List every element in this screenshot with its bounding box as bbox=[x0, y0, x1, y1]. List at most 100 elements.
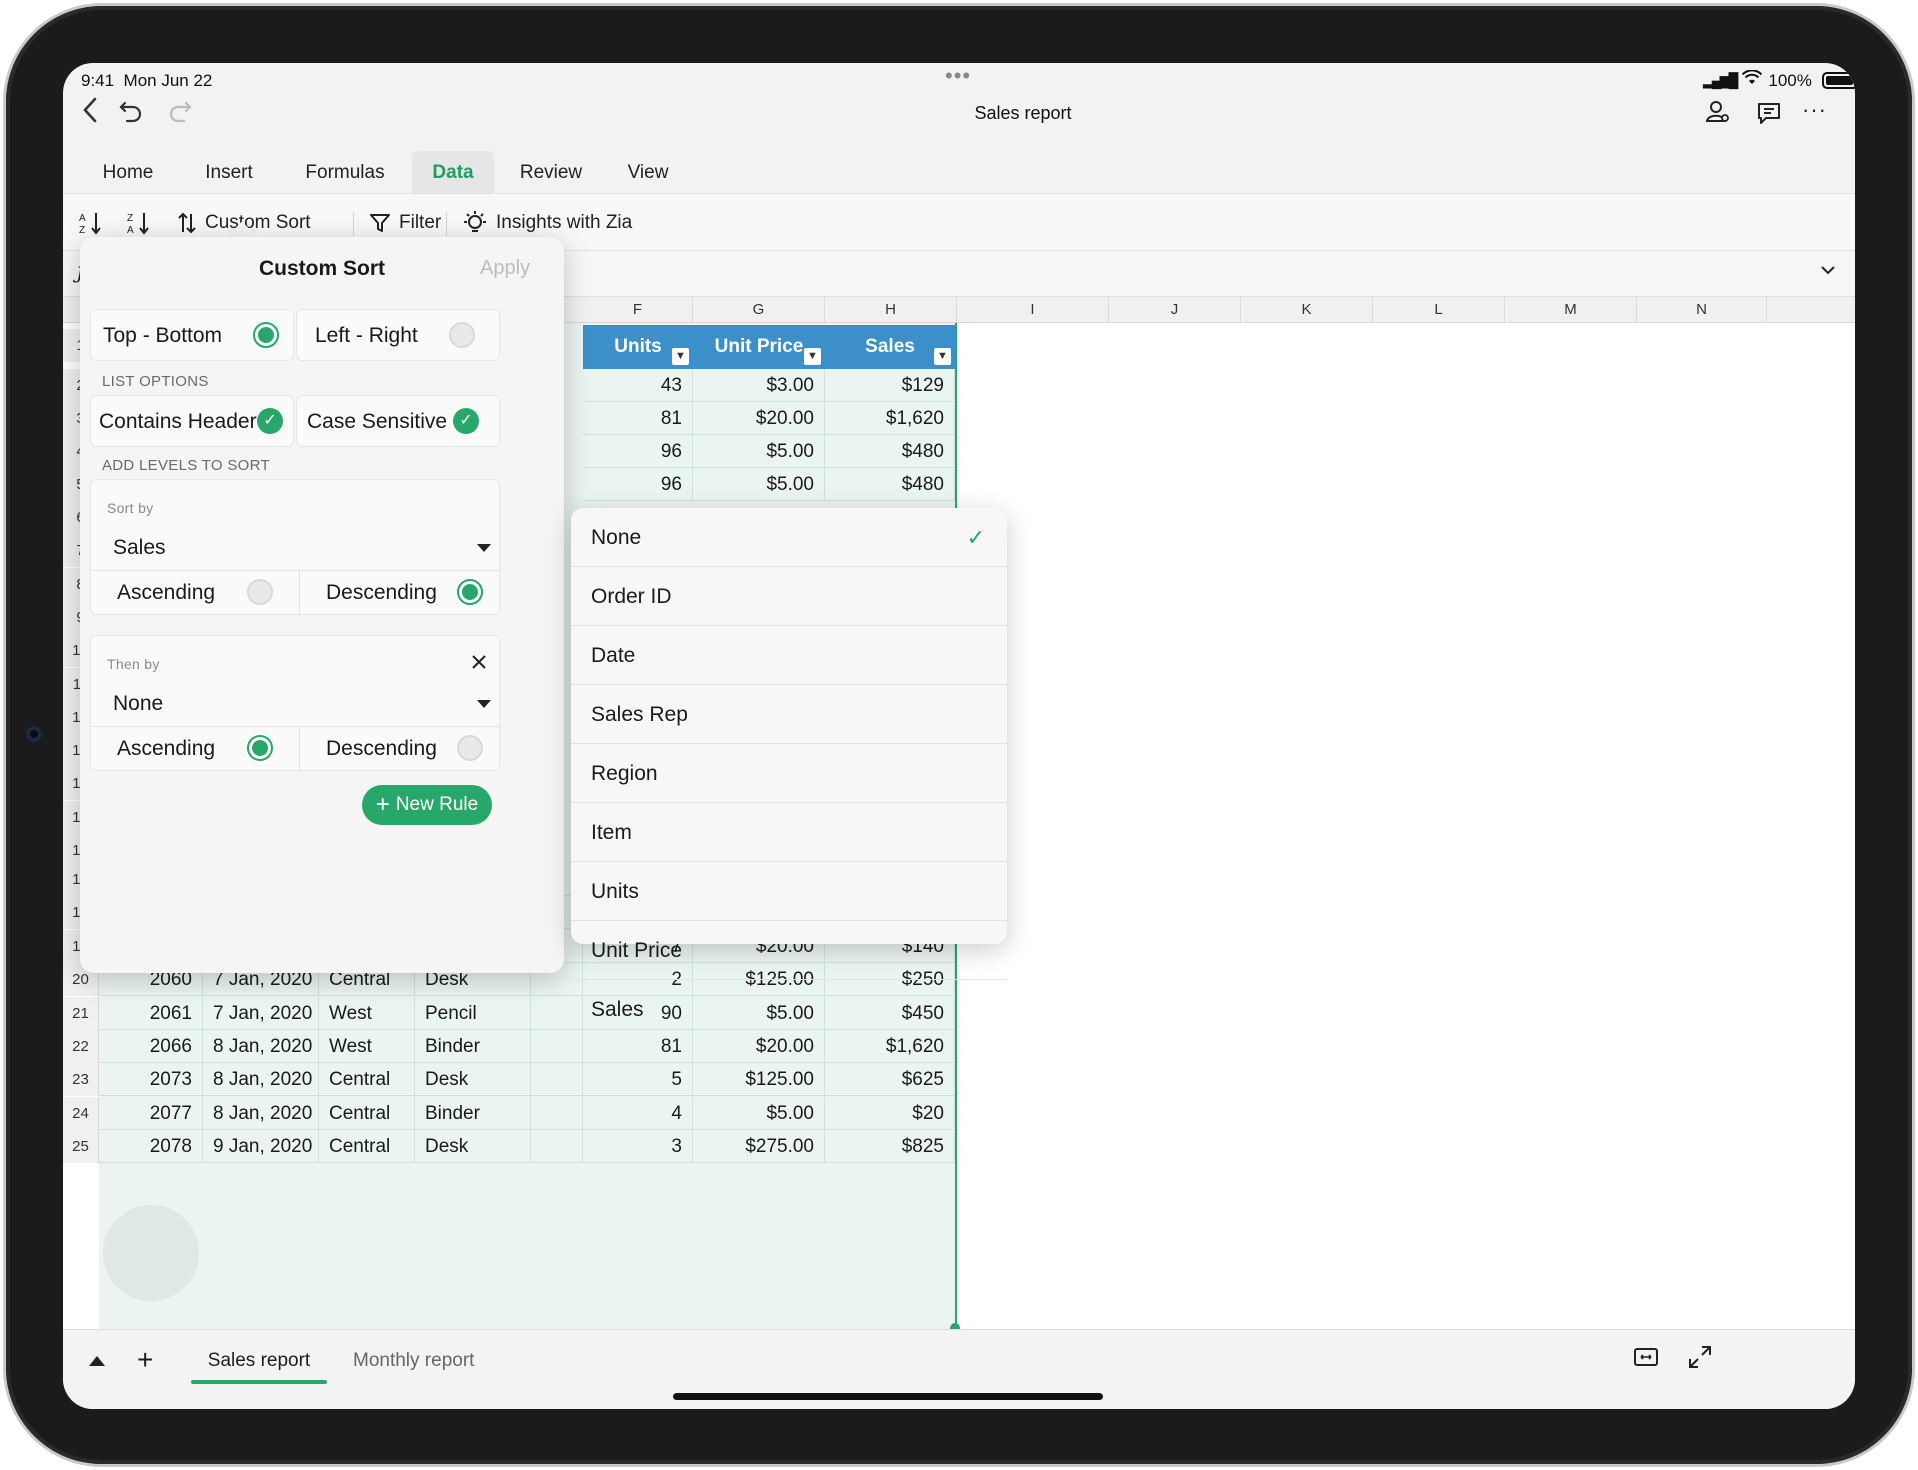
cell-sales[interactable]: $825 bbox=[825, 1130, 955, 1163]
header-sales[interactable]: Sales ▼ bbox=[825, 325, 955, 369]
cell-units[interactable]: 3 bbox=[583, 1130, 693, 1163]
cell-units[interactable]: 5 bbox=[583, 1063, 693, 1096]
column-header[interactable]: L bbox=[1373, 297, 1505, 323]
collapse-arrow-icon[interactable] bbox=[89, 1356, 105, 1366]
back-icon[interactable] bbox=[77, 93, 105, 135]
cell-order-id[interactable]: 2077 bbox=[99, 1097, 203, 1130]
cell-region[interactable]: Central bbox=[319, 1130, 415, 1163]
share-collaborators-icon[interactable] bbox=[1705, 99, 1731, 130]
cell-date[interactable]: 9 Jan, 2020 bbox=[203, 1130, 319, 1163]
dropdown-option[interactable]: Date bbox=[571, 626, 1007, 685]
cell-sales[interactable]: $625 bbox=[825, 1063, 955, 1096]
cell-rep[interactable] bbox=[531, 1130, 583, 1163]
column-header[interactable]: J bbox=[1109, 297, 1241, 323]
cell-region[interactable]: Central bbox=[319, 1097, 415, 1130]
cell-unit-price[interactable]: $5.00 bbox=[693, 468, 825, 501]
cell-unit-price[interactable]: $20.00 bbox=[693, 402, 825, 435]
cell-date[interactable]: 8 Jan, 2020 bbox=[203, 1063, 319, 1096]
undo-icon[interactable] bbox=[118, 97, 144, 131]
tab-formulas[interactable]: Formulas bbox=[285, 151, 405, 193]
cell-item[interactable]: Binder bbox=[415, 1097, 531, 1130]
left-right-option[interactable]: Left - Right bbox=[296, 309, 500, 361]
tab-home[interactable]: Home bbox=[83, 151, 173, 193]
then-by-ascending-radio[interactable] bbox=[247, 735, 273, 761]
fit-to-screen-icon[interactable] bbox=[1633, 1344, 1659, 1375]
dropdown-option[interactable]: None ✓ bbox=[571, 508, 1007, 567]
header-units[interactable]: Units ▼ bbox=[583, 325, 693, 369]
cell-order-id[interactable]: 2078 bbox=[99, 1130, 203, 1163]
cell-units[interactable]: 81 bbox=[583, 402, 693, 435]
contains-header-option[interactable]: Contains Header ✓ bbox=[90, 395, 294, 447]
tab-data[interactable]: Data bbox=[412, 151, 494, 193]
cell-item[interactable]: Desk bbox=[415, 1063, 531, 1096]
more-options-icon[interactable]: ··· bbox=[1802, 97, 1827, 123]
column-header[interactable]: I bbox=[957, 297, 1109, 323]
dropdown-option[interactable]: Region bbox=[571, 744, 1007, 803]
cell-region[interactable]: West bbox=[319, 1030, 415, 1063]
multitasking-dots-icon[interactable]: ••• bbox=[945, 63, 971, 89]
filter-dropdown-icon[interactable]: ▼ bbox=[934, 348, 951, 365]
cell-rep[interactable] bbox=[531, 1063, 583, 1096]
column-header[interactable]: H bbox=[825, 297, 957, 323]
top-bottom-option[interactable]: Top - Bottom bbox=[90, 309, 294, 361]
case-sensitive-option[interactable]: Case Sensitive ✓ bbox=[296, 395, 500, 447]
row-number[interactable]: 25 bbox=[63, 1130, 99, 1163]
then-by-descending-radio[interactable] bbox=[457, 735, 483, 761]
cell-date[interactable]: 8 Jan, 2020 bbox=[203, 1030, 319, 1063]
cell-item[interactable]: Pencil bbox=[415, 997, 531, 1030]
cell-order-id[interactable]: 2061 bbox=[99, 997, 203, 1030]
add-sheet-icon[interactable]: + bbox=[137, 1344, 153, 1376]
then-by-select[interactable]: None bbox=[91, 682, 501, 726]
expand-formula-chevron-icon[interactable] bbox=[1819, 261, 1837, 284]
header-unit-price[interactable]: Unit Price ▼ bbox=[693, 325, 825, 369]
row-number[interactable]: 22 bbox=[63, 1030, 99, 1063]
top-bottom-radio[interactable] bbox=[253, 322, 279, 348]
new-rule-button[interactable]: + New Rule bbox=[362, 785, 492, 825]
dropdown-option[interactable]: Sales bbox=[571, 980, 1007, 1039]
sort-by-caret-icon[interactable] bbox=[477, 544, 491, 552]
remove-level-close-icon[interactable] bbox=[469, 652, 489, 677]
cell-units[interactable]: 4 bbox=[583, 1097, 693, 1130]
tab-view[interactable]: View bbox=[608, 151, 688, 193]
left-right-radio[interactable] bbox=[449, 322, 475, 348]
cell-rep[interactable] bbox=[531, 1097, 583, 1130]
cell-sales[interactable]: $1,620 bbox=[825, 402, 955, 435]
then-by-caret-icon[interactable] bbox=[477, 700, 491, 708]
cell-unit-price[interactable]: $3.00 bbox=[693, 369, 825, 402]
cell-sales[interactable]: $480 bbox=[825, 435, 955, 468]
cell-sales[interactable]: $20 bbox=[825, 1097, 955, 1130]
drag-handle-overlay[interactable] bbox=[103, 1205, 199, 1301]
case-sensitive-check-icon[interactable]: ✓ bbox=[453, 408, 479, 434]
cell-units[interactable]: 96 bbox=[583, 435, 693, 468]
sort-by-ascending-radio[interactable] bbox=[247, 579, 273, 605]
cell-order-id[interactable]: 2073 bbox=[99, 1063, 203, 1096]
row-number[interactable]: 24 bbox=[63, 1097, 99, 1130]
column-header[interactable]: K bbox=[1241, 297, 1373, 323]
filter-dropdown-icon[interactable]: ▼ bbox=[804, 348, 821, 365]
cell-units[interactable]: 43 bbox=[583, 369, 693, 402]
cell-unit-price[interactable]: $125.00 bbox=[693, 1063, 825, 1096]
cell-units[interactable]: 96 bbox=[583, 468, 693, 501]
cell-unit-price[interactable]: $5.00 bbox=[693, 435, 825, 468]
cell-item[interactable]: Binder bbox=[415, 1030, 531, 1063]
home-indicator[interactable] bbox=[673, 1393, 1103, 1400]
cell-region[interactable]: Central bbox=[319, 1063, 415, 1096]
dropdown-option[interactable]: Unit Price bbox=[571, 921, 1007, 980]
redo-icon[interactable] bbox=[167, 97, 193, 131]
sheet-tab-monthly-report[interactable]: Monthly report bbox=[353, 1350, 474, 1372]
contains-header-check-icon[interactable]: ✓ bbox=[257, 408, 283, 434]
dropdown-option[interactable]: Order ID bbox=[571, 567, 1007, 626]
column-header[interactable]: F bbox=[583, 297, 693, 323]
cell-region[interactable]: West bbox=[319, 997, 415, 1030]
sort-by-select[interactable]: Sales bbox=[91, 526, 501, 570]
dropdown-option[interactable]: Sales Rep bbox=[571, 685, 1007, 744]
sheet-tab-sales-report[interactable]: Sales report bbox=[191, 1350, 327, 1372]
cell-sales[interactable]: $480 bbox=[825, 468, 955, 501]
apply-button[interactable]: Apply bbox=[480, 257, 530, 280]
dropdown-option[interactable]: Item bbox=[571, 803, 1007, 862]
fullscreen-icon[interactable] bbox=[1687, 1344, 1713, 1375]
cell-sales[interactable]: $129 bbox=[825, 369, 955, 402]
cell-unit-price[interactable]: $5.00 bbox=[693, 1097, 825, 1130]
row-number[interactable]: 23 bbox=[63, 1063, 99, 1096]
column-header[interactable]: G bbox=[693, 297, 825, 323]
